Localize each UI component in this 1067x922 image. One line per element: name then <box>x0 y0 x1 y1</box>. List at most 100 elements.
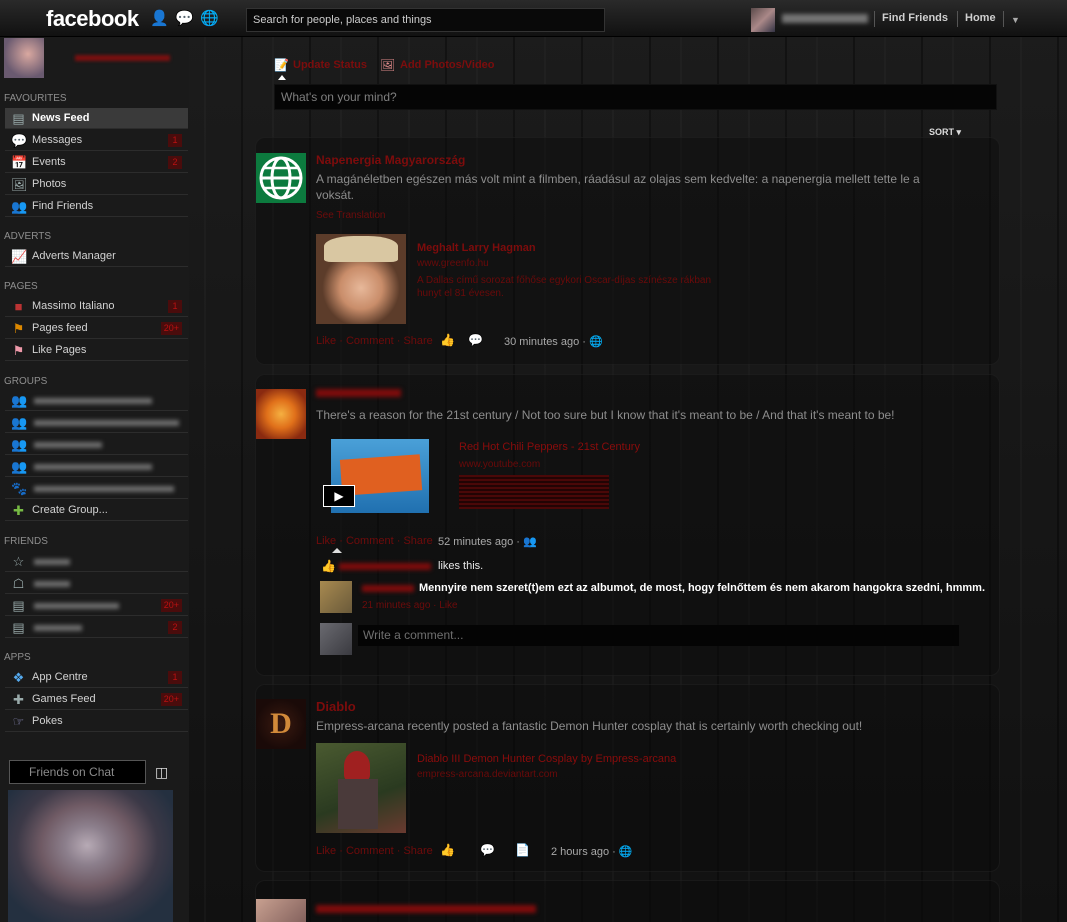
count-badge: 20+ <box>160 599 182 612</box>
story-timestamp[interactable]: 2 hours ago · 🌐 <box>551 845 633 858</box>
facebook-logo[interactable]: facebook <box>46 6 139 32</box>
attachment-title[interactable]: Red Hot Chili Peppers - 21st Century <box>459 441 640 453</box>
comment-link[interactable]: Comment <box>346 845 394 857</box>
video-thumbnail[interactable]: ▶ <box>323 439 429 513</box>
sidebar-item-create-group[interactable]: ✚ Create Group... <box>5 500 188 521</box>
group-icon: 👥 <box>11 415 28 430</box>
status-input[interactable]: What's on your mind? <box>274 84 997 110</box>
sidebar-item-group[interactable]: 👥 <box>5 456 188 477</box>
comment-meta[interactable]: 21 minutes ago · Like <box>362 600 458 611</box>
sidebar-item-label: Massimo Italiano <box>32 300 115 312</box>
story-header-blurred[interactable] <box>316 905 536 913</box>
story-author[interactable]: Napenergia Magyarország <box>316 153 465 167</box>
messages-jewel-icon[interactable]: 💬 <box>175 11 194 27</box>
page-avatar[interactable] <box>256 153 306 203</box>
story-author-blurred[interactable] <box>316 389 401 397</box>
sidebar-item-app-centre[interactable]: ❖ App Centre 1 <box>5 667 188 688</box>
sidebar-item-find-friends[interactable]: 👥 Find Friends <box>5 196 188 217</box>
account-menu-chevron-icon[interactable]: ▼ <box>1011 15 1020 25</box>
sidebar-item-news-feed[interactable]: ▤ News Feed <box>5 108 188 129</box>
sidebar-item-friend-list[interactable]: ☆ <box>5 551 188 572</box>
author-avatar[interactable] <box>256 899 306 922</box>
attachment-thumbnail[interactable] <box>316 234 406 324</box>
story-text: A magánéletben egészen más volt mint a f… <box>316 172 920 202</box>
friend-list-icon: ▤ <box>12 620 25 635</box>
public-globe-icon: 🌐 <box>618 846 633 858</box>
sidebar-item-pokes[interactable]: ☞ Pokes <box>5 711 188 732</box>
sidebar-item-massimo-italiano[interactable]: ■ Massimo Italiano 1 <box>5 296 188 317</box>
commenter-avatar[interactable] <box>320 581 352 613</box>
find-friends-link[interactable]: Find Friends <box>882 12 948 24</box>
my-comment-avatar <box>320 623 352 655</box>
sidebar-item-group[interactable]: 👥 <box>5 412 188 433</box>
like-count-icon[interactable]: 👍 <box>440 333 455 347</box>
status-icon: 📝 <box>274 58 289 72</box>
sidebar-item-friend-list[interactable]: ▤ 2 <box>5 617 188 638</box>
section-pages: PAGES <box>4 281 38 292</box>
comment-count-icon[interactable]: 💬 <box>468 333 483 347</box>
sidebar-item-games-feed[interactable]: ✚ Games Feed 20+ <box>5 689 188 710</box>
liker-name-blurred[interactable] <box>339 563 431 570</box>
sidebar-item-friend-list[interactable]: ☖ <box>5 573 188 594</box>
attachment-title[interactable]: Diablo III Demon Hunter Cosplay by Empre… <box>417 753 676 765</box>
see-translation-link[interactable]: See Translation <box>316 210 386 221</box>
comment-input[interactable]: Write a comment... <box>358 625 959 646</box>
profile-avatar[interactable] <box>751 8 775 32</box>
sidebar-item-group[interactable]: 🐾 <box>5 478 188 499</box>
user-avatar[interactable] <box>4 38 44 78</box>
news-feed-icon: ▤ <box>12 111 25 126</box>
share-link[interactable]: Share <box>403 535 432 547</box>
chat-options-icon[interactable]: ◫ <box>155 764 168 781</box>
share-count-icon[interactable]: 📄 <box>515 843 530 857</box>
like-link[interactable]: Like <box>316 535 336 547</box>
update-status-tab[interactable]: Update Status <box>293 59 367 71</box>
sidebar-item-group[interactable]: 👥 <box>5 434 188 455</box>
search-input[interactable]: Search for people, places and things <box>246 8 605 32</box>
sidebar-item-events[interactable]: 📅 Events 2 <box>5 152 188 173</box>
hood-shape <box>344 751 370 781</box>
share-link[interactable]: Share <box>403 845 432 857</box>
sidebar-item-adverts-manager[interactable]: 📈 Adverts Manager <box>5 246 188 267</box>
story-author[interactable]: Diablo <box>316 699 356 714</box>
sidebar-item-pages-feed[interactable]: ⚑ Pages feed 20+ <box>5 318 188 339</box>
globe-icon <box>259 156 303 200</box>
sidebar-item-photos[interactable]: 🖼 Photos <box>5 174 188 195</box>
sidebar-item-messages[interactable]: 💬 Messages 1 <box>5 130 188 151</box>
user-name-blurred[interactable] <box>75 55 170 61</box>
diablo-avatar[interactable]: D <box>256 699 306 749</box>
chat-friend-avatar[interactable] <box>8 790 173 922</box>
profile-name-blurred[interactable] <box>782 14 868 23</box>
like-count-icon[interactable]: 👍 <box>440 843 455 857</box>
share-link[interactable]: Share <box>403 335 432 347</box>
sidebar-item-label: Create Group... <box>32 504 108 516</box>
play-button-icon[interactable]: ▶ <box>323 485 355 507</box>
group-name-blurred <box>34 464 152 470</box>
notifications-globe-icon[interactable]: 🌐 <box>200 11 219 27</box>
author-avatar[interactable] <box>256 389 306 439</box>
sidebar-item-label: Pokes <box>32 715 63 727</box>
top-bar: facebook 👤 💬 🌐 Search for people, places… <box>0 0 1067 37</box>
commenter-name-blurred[interactable] <box>362 585 414 592</box>
adverts-icon: 📈 <box>11 249 28 264</box>
sidebar-item-group[interactable]: 👥 <box>5 390 188 411</box>
active-tab-arrow <box>278 75 286 80</box>
story-timestamp[interactable]: 52 minutes ago · 👥 <box>438 535 537 548</box>
sidebar-item-label: Messages <box>32 134 83 146</box>
attachment-title[interactable]: Meghalt Larry Hagman <box>417 242 536 254</box>
attachment-thumbnail[interactable] <box>316 743 406 833</box>
like-link[interactable]: Like <box>316 845 336 857</box>
chat-search-input[interactable]: Friends on Chat <box>9 760 146 784</box>
friend-requests-icon[interactable]: 👤 <box>150 11 169 27</box>
count-badge: 1 <box>168 300 182 313</box>
add-photos-tab[interactable]: Add Photos/Video <box>400 59 495 71</box>
comment-count-icon[interactable]: 💬 <box>480 843 495 857</box>
comment-link[interactable]: Comment <box>346 335 394 347</box>
sidebar-item-like-pages[interactable]: ⚑ Like Pages <box>5 340 188 361</box>
like-link[interactable]: Like <box>316 335 336 347</box>
story-timestamp[interactable]: 30 minutes ago · 🌐 <box>504 335 603 348</box>
home-link[interactable]: Home <box>965 12 996 24</box>
sidebar-item-friend-list[interactable]: ▤ 20+ <box>5 595 188 616</box>
group-name-blurred <box>34 442 102 448</box>
comment-link[interactable]: Comment <box>346 535 394 547</box>
count-badge: 2 <box>168 621 182 634</box>
